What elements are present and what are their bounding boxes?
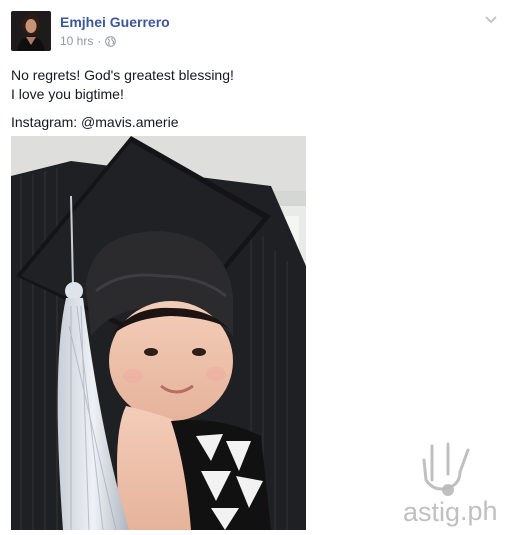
watermark-text: astig <box>403 497 461 527</box>
avatar[interactable] <box>11 11 51 51</box>
post-text-line: No regrets! God's greatest blessing! <box>11 67 234 83</box>
chevron-down-icon[interactable] <box>484 12 498 24</box>
meta-separator: · <box>97 34 102 48</box>
facebook-post: Emjhei Guerrero 10 hrs · No regrets! God… <box>0 0 511 535</box>
author-name[interactable]: Emjhei Guerrero <box>60 14 170 30</box>
post-meta: 10 hrs · <box>60 34 117 48</box>
post-timestamp[interactable]: 10 hrs <box>60 34 93 48</box>
instagram-handle: Instagram: @mavis.amerie <box>11 114 179 130</box>
globe-icon[interactable] <box>105 35 117 47</box>
post-text-line: I love you bigtime! <box>11 86 124 102</box>
post-photo[interactable] <box>11 136 306 530</box>
watermark-domain: .ph <box>460 496 498 526</box>
post-text: No regrets! God's greatest blessing! I l… <box>11 66 234 132</box>
